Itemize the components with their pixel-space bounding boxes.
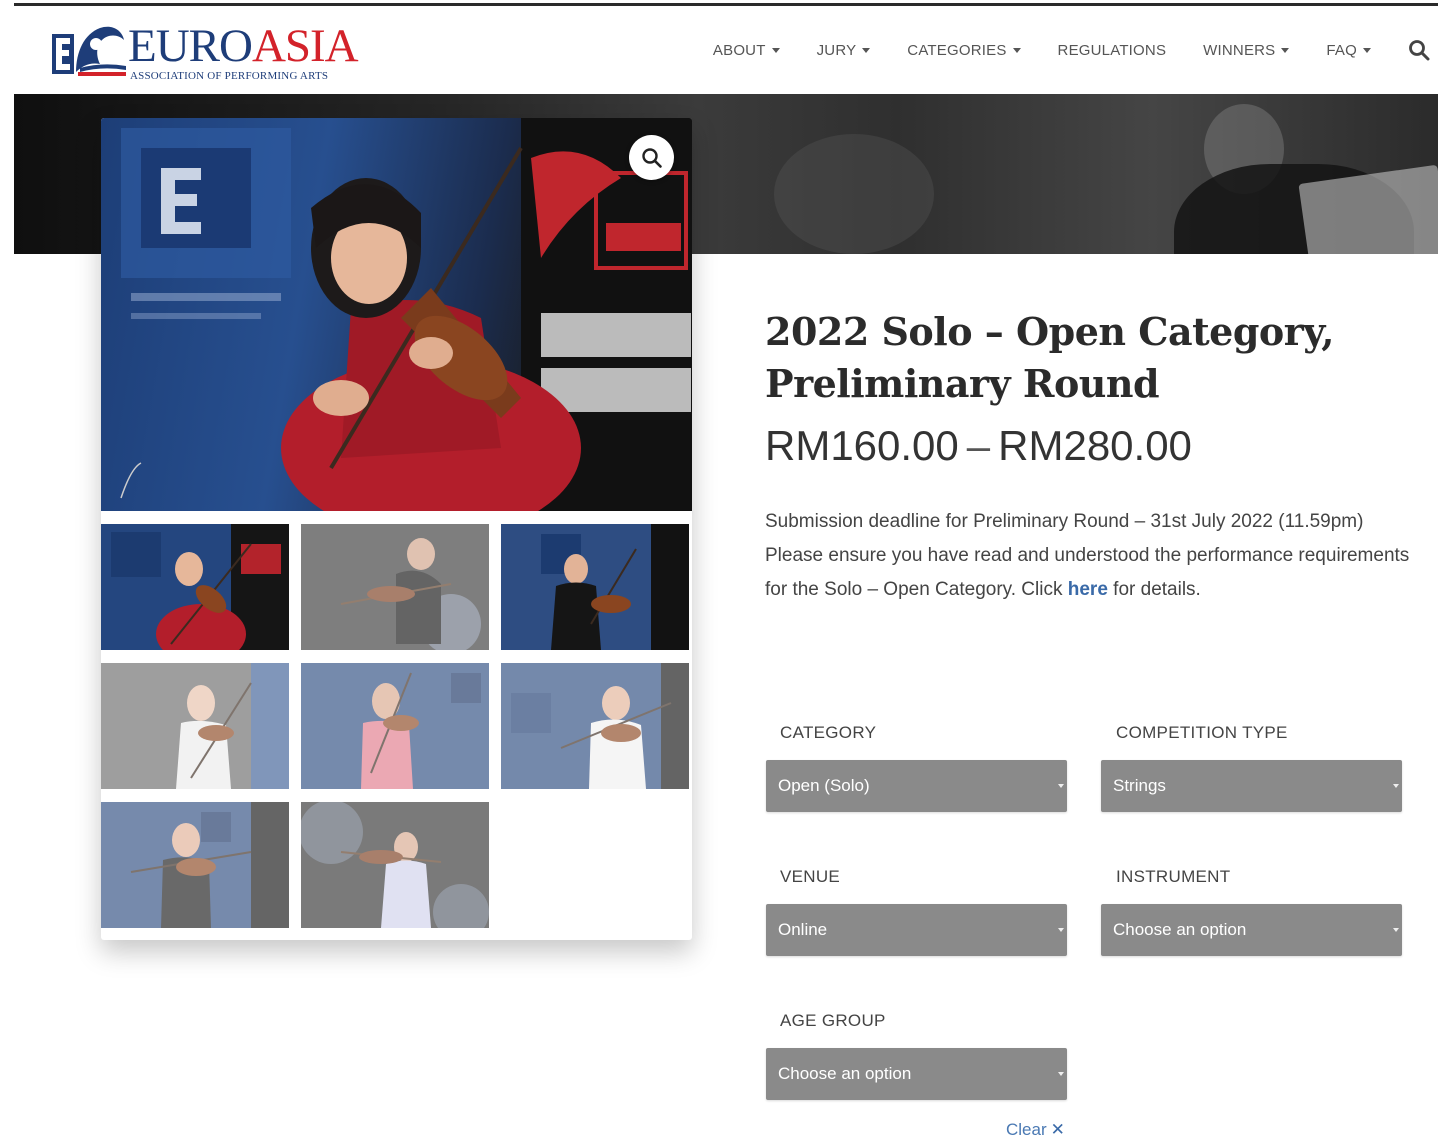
main-product-image[interactable] — [101, 118, 692, 511]
main-nav: ABOUT JURY CATEGORIES REGULATIONS WINNER… — [713, 36, 1438, 64]
chevron-down-icon — [1058, 1072, 1064, 1076]
site-logo[interactable]: EUROASIA ASSOCIATION OF PERFORMING ARTS — [50, 22, 359, 84]
gallery-thumbnail[interactable] — [501, 663, 689, 789]
nav-item-winners[interactable]: WINNERS — [1203, 41, 1290, 59]
instrument-label: INSTRUMENT — [1116, 867, 1231, 886]
thumbnail-photo — [301, 663, 489, 789]
nav-item-label: JURY — [816, 41, 857, 59]
caret-down-icon — [1281, 47, 1290, 53]
nav-item-about[interactable]: ABOUT — [713, 42, 780, 59]
venue-label: VENUE — [780, 867, 841, 886]
thumbnail-photo — [501, 663, 689, 789]
zoom-search-icon — [641, 147, 662, 168]
clear-label: Clear — [1006, 1120, 1047, 1137]
logo-wordmark: EUROASIA — [128, 20, 359, 72]
nav-item-label: CATEGORIES — [907, 41, 1007, 59]
nav-item-faq[interactable]: FAQ — [1326, 42, 1371, 59]
nav-item-label: WINNERS — [1203, 41, 1276, 59]
gallery-thumbnail[interactable] — [301, 802, 489, 928]
nav-item-label: ABOUT — [712, 41, 766, 59]
caret-down-icon — [771, 47, 780, 53]
logo-word-asia: ASIA — [251, 20, 359, 72]
caret-down-icon — [1012, 47, 1021, 53]
thumbnail-photo — [101, 524, 289, 650]
close-icon: ✕ — [1050, 1120, 1065, 1137]
age-group-label: AGE GROUP — [780, 1011, 886, 1030]
gallery-thumbnail[interactable] — [101, 524, 289, 650]
search-icon[interactable] — [1408, 39, 1430, 61]
category-label: CATEGORY — [780, 723, 877, 742]
chevron-down-icon — [1393, 928, 1399, 932]
nav-item-regulations[interactable]: REGULATIONS — [1058, 42, 1167, 59]
logo-subtitle: ASSOCIATION OF PERFORMING ARTS — [130, 70, 329, 82]
price-separator: – — [966, 422, 991, 469]
gallery-thumbnail[interactable] — [501, 524, 689, 650]
thumbnail-photo — [501, 524, 689, 650]
product-gallery — [101, 118, 692, 940]
details-link[interactable]: here — [1068, 579, 1108, 600]
zoom-button[interactable] — [629, 135, 674, 180]
violinist-photo — [120, 118, 692, 511]
price-max: RM280.00 — [998, 422, 1192, 469]
nav-item-categories[interactable]: CATEGORIES — [907, 41, 1021, 59]
price-min: RM160.00 — [765, 422, 959, 469]
category-select[interactable]: Open (Solo) — [766, 760, 1067, 812]
nav-item-label: REGULATIONS — [1057, 41, 1167, 59]
thumbnail-photo — [301, 524, 489, 650]
competition-type-select[interactable]: Strings — [1101, 760, 1402, 812]
logo-emblem-icon — [52, 26, 126, 76]
nav-item-label: FAQ — [1326, 41, 1357, 59]
site-header: EUROASIA ASSOCIATION OF PERFORMING ARTS … — [0, 6, 1438, 94]
thumbnail-photo — [101, 663, 289, 789]
thumbnail-photo — [101, 802, 289, 928]
description-tail: for details. — [1107, 579, 1201, 600]
gallery-thumbnail[interactable] — [301, 524, 489, 650]
price-range: RM160.00– RM280.00 — [765, 420, 1192, 472]
gallery-thumbnail[interactable] — [101, 663, 289, 789]
clear-selection-link[interactable]: Clear ✕ — [1006, 1120, 1065, 1137]
competition-type-select-value: Strings — [1113, 776, 1166, 795]
age-group-select-value: Choose an option — [778, 1064, 912, 1083]
venue-select[interactable]: Online — [766, 904, 1067, 956]
category-select-value: Open (Solo) — [778, 776, 870, 795]
instrument-select[interactable]: Choose an option — [1101, 904, 1402, 956]
caret-down-icon — [862, 47, 871, 53]
hero-audience-shape — [774, 134, 934, 254]
caret-down-icon — [1363, 47, 1371, 53]
logo-word-euro: EURO — [128, 20, 253, 72]
chevron-down-icon — [1058, 784, 1064, 788]
venue-select-value: Online — [778, 920, 828, 939]
instrument-select-value: Choose an option — [1113, 920, 1247, 939]
product-title: 2022 Solo – Open Category, Preliminary R… — [765, 309, 1334, 406]
chevron-down-icon — [1058, 928, 1064, 932]
chevron-down-icon — [1393, 784, 1399, 788]
competition-type-label: COMPETITION TYPE — [1116, 723, 1288, 742]
nav-item-jury[interactable]: JURY — [817, 42, 871, 59]
gallery-thumbnail[interactable] — [301, 663, 489, 789]
gallery-thumbnail[interactable] — [101, 802, 289, 928]
product-description: Submission deadline for Preliminary Roun… — [765, 505, 1415, 607]
age-group-select[interactable]: Choose an option — [766, 1048, 1067, 1100]
thumbnail-photo — [301, 802, 489, 928]
